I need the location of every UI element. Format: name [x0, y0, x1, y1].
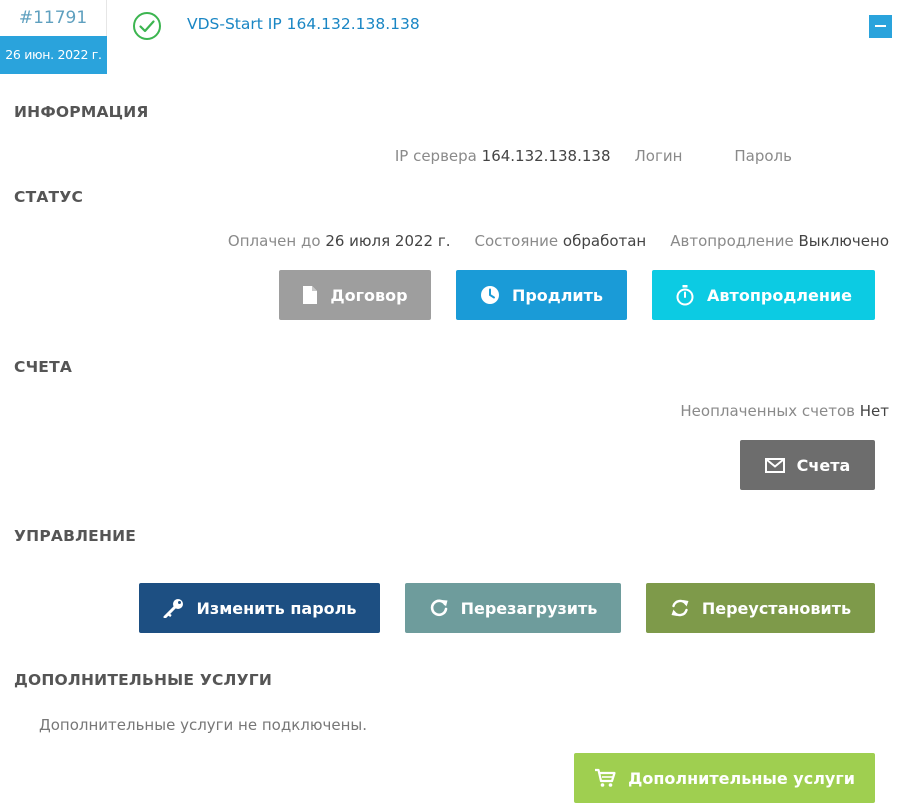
- state-value: обработан: [562, 232, 647, 250]
- section-title-info: ИНФОРМАЦИЯ: [14, 103, 149, 121]
- cart-icon: [595, 768, 616, 787]
- change-password-button-label: Изменить пароль: [196, 598, 357, 618]
- autorenew-label: Автопродление: [670, 232, 794, 250]
- renew-button-label: Продлить: [511, 285, 604, 305]
- state-label: Состояние: [474, 232, 559, 250]
- service-date: 26 июн. 2022 г.: [0, 36, 107, 74]
- key-icon: [163, 599, 183, 618]
- service-title[interactable]: VDS-Start IP 164.132.138.138: [187, 15, 420, 33]
- autorenew-value: Выключено: [798, 232, 889, 250]
- autorenew-button-label: Автопродление: [707, 285, 852, 305]
- sync-icon: [671, 599, 689, 617]
- ip-value: 164.132.138.138: [481, 147, 611, 165]
- service-id-tab: #11791 26 июн. 2022 г.: [0, 0, 107, 74]
- section-title-invoices: СЧЕТА: [14, 358, 73, 376]
- change-password-button[interactable]: Изменить пароль: [139, 583, 380, 633]
- contract-button[interactable]: Договор: [279, 270, 431, 320]
- envelope-icon: [764, 457, 785, 473]
- autorenew-button[interactable]: Автопродление: [652, 270, 875, 320]
- addons-empty-text: Дополнительные услуги не подключены.: [39, 716, 367, 734]
- reinstall-button-label: Переустановить: [701, 598, 852, 618]
- info-row: IP сервера 164.132.138.138 Логин Пароль: [395, 147, 792, 165]
- section-title-addons: ДОПОЛНИТЕЛЬНЫЕ УСЛУГИ: [14, 671, 273, 689]
- paid-until-label: Оплачен до: [227, 232, 321, 250]
- invoices-button-label: Счета: [796, 455, 851, 475]
- unpaid-label: Неоплаченных счетов: [680, 402, 855, 420]
- section-title-management: УПРАВЛЕНИЕ: [14, 527, 137, 545]
- unpaid-value: Нет: [859, 402, 889, 420]
- paid-until-value: 26 июля 2022 г.: [325, 232, 451, 250]
- ip-label: IP сервера: [394, 147, 477, 165]
- addons-button-label: Дополнительные услуги: [628, 768, 855, 788]
- check-circle-icon: [133, 12, 161, 40]
- status-row: Оплачен до 26 июля 2022 г. Состояние обра…: [228, 232, 889, 250]
- login-label: Логин: [634, 147, 683, 165]
- document-icon: [303, 286, 318, 304]
- invoices-button[interactable]: Счета: [740, 440, 875, 490]
- reboot-button[interactable]: Перезагрузить: [405, 583, 621, 633]
- clock-icon: [480, 286, 499, 304]
- service-id: #11791: [0, 0, 107, 36]
- unpaid-invoices-row: Неоплаченных счетов Нет: [680, 402, 889, 420]
- refresh-icon: [430, 599, 448, 617]
- reinstall-button[interactable]: Переустановить: [646, 583, 875, 633]
- section-title-status: СТАТУС: [14, 188, 84, 206]
- contract-button-label: Договор: [330, 285, 408, 305]
- password-label: Пароль: [734, 147, 792, 165]
- renew-button[interactable]: Продлить: [456, 270, 627, 320]
- reboot-button-label: Перезагрузить: [460, 598, 598, 618]
- addons-button[interactable]: Дополнительные услуги: [574, 753, 875, 803]
- collapse-button[interactable]: [869, 15, 892, 38]
- stopwatch-icon: [676, 285, 694, 306]
